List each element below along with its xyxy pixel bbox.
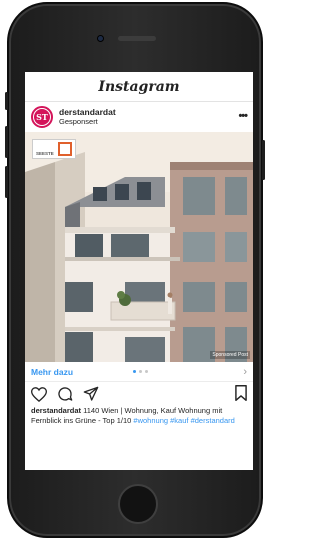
carousel-dot	[145, 370, 148, 373]
action-bar	[25, 382, 253, 406]
post-header-text: derstandardat Gesponsert	[59, 107, 116, 127]
earpiece-speaker	[118, 36, 156, 41]
carousel-dot	[133, 370, 136, 373]
screen: Instagram ST derstandardat Gesponsert ••…	[25, 72, 253, 470]
post-caption: derstandardat 1140 Wien | Wohnung, Kauf …	[25, 406, 253, 426]
post-header: ST derstandardat Gesponsert •••	[25, 102, 253, 132]
comment-icon[interactable]	[56, 385, 74, 403]
hashtag-link[interactable]: #derstandard	[191, 416, 235, 425]
username-link[interactable]: derstandardat	[59, 107, 116, 117]
sponsored-post-overlay: Sponsored Post	[210, 351, 250, 359]
avatar[interactable]: ST	[31, 106, 53, 128]
bookmark-icon[interactable]	[235, 385, 247, 406]
seeste-logo-text: SEESTE	[36, 151, 54, 156]
hashtag-link[interactable]: #kauf	[170, 416, 188, 425]
carousel-dot	[139, 370, 142, 373]
more-horizontal-icon[interactable]: •••	[238, 110, 248, 122]
avatar-initials: ST	[34, 109, 50, 125]
volume-down-button	[5, 166, 8, 198]
seeste-logo: SEESTE	[32, 139, 76, 159]
sponsored-label: Gesponsert	[59, 117, 98, 126]
cta-bar[interactable]: Mehr dazu ›	[25, 362, 253, 382]
post-image[interactable]: SEESTE Sponsored Post	[25, 132, 253, 362]
app-header: Instagram	[25, 72, 253, 102]
heart-icon[interactable]	[30, 385, 48, 403]
seeste-logo-mark	[58, 142, 72, 156]
mute-switch	[5, 92, 8, 110]
carousel-indicator	[133, 370, 148, 373]
power-button	[262, 140, 265, 180]
building-illustration	[25, 132, 253, 362]
home-button[interactable]	[118, 484, 158, 524]
instagram-logo: Instagram	[98, 78, 180, 95]
hashtag-link[interactable]: #wohnung	[133, 416, 168, 425]
share-icon[interactable]	[82, 385, 100, 403]
caption-username[interactable]: derstandardat	[31, 406, 81, 415]
chevron-right-icon[interactable]: ›	[243, 366, 247, 378]
volume-up-button	[5, 126, 8, 158]
front-camera	[97, 35, 104, 42]
learn-more-link[interactable]: Mehr dazu	[31, 367, 73, 377]
